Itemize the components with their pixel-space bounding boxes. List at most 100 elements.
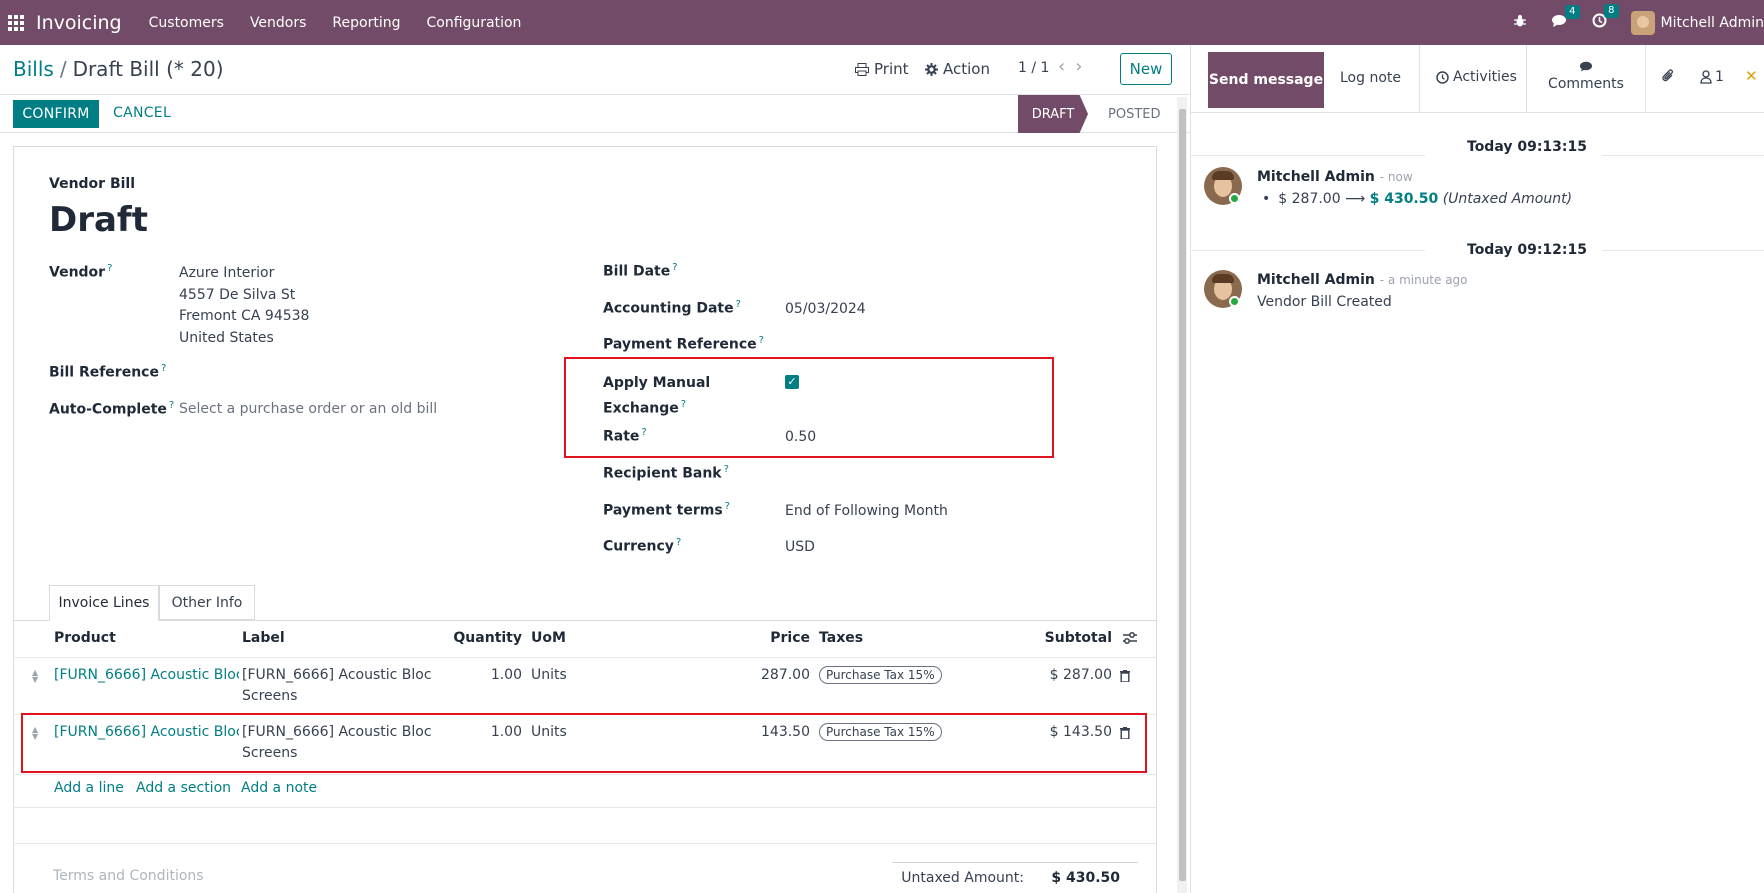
debug-bug-icon[interactable] (1513, 14, 1527, 32)
menu-vendors[interactable]: Vendors (237, 15, 319, 31)
accounting-date-label: Accounting Date? (603, 299, 741, 317)
vendor-label: Vendor? (49, 263, 113, 281)
apply-manual-exchange-checkbox[interactable]: ✓ (785, 375, 799, 389)
date-separator: Today 09:13:15 (1467, 139, 1587, 155)
cancel-button[interactable]: CANCEL (113, 105, 171, 121)
add-line-link[interactable]: Add a line (54, 780, 124, 796)
rate-field[interactable]: 0.50 (785, 429, 816, 445)
tab-invoice-lines[interactable]: Invoice Lines (49, 585, 159, 621)
pager-arrows[interactable]: ‹› (1058, 56, 1092, 77)
user-avatar[interactable] (1630, 10, 1655, 35)
bill-reference-label: Bill Reference? (49, 363, 167, 381)
add-section-link[interactable]: Add a section (136, 780, 231, 796)
date-separator: Today 09:12:15 (1467, 242, 1587, 258)
row-uom[interactable]: Units (531, 722, 567, 743)
row-drag-handle-icon[interactable]: ▲ ▼ (32, 669, 38, 684)
message-author[interactable]: Mitchell Admin - a minute ago (1257, 272, 1468, 288)
column-subtotal[interactable]: Subtotal (1030, 630, 1112, 646)
comments-button[interactable]: Comments (1546, 60, 1626, 92)
menu-customers[interactable]: Customers (136, 15, 237, 31)
auto-complete-label: Auto-Complete? (49, 400, 175, 418)
add-note-link[interactable]: Add a note (241, 780, 317, 796)
row-price[interactable]: 287.00 (740, 665, 810, 686)
vendor-street: 4557 De Silva St (179, 286, 296, 303)
column-uom[interactable]: UoM (531, 630, 566, 646)
app-name[interactable]: Invoicing (36, 12, 122, 34)
optional-columns-icon[interactable] (1122, 631, 1138, 645)
row-quantity[interactable]: 1.00 (450, 722, 522, 743)
tax-tag[interactable]: Purchase Tax 15% (819, 666, 942, 684)
column-label[interactable]: Label (242, 630, 285, 646)
terms-conditions-input[interactable]: Terms and Conditions (53, 868, 204, 884)
row-drag-handle-icon[interactable]: ▲ ▼ (32, 726, 38, 741)
accounting-date-field[interactable]: 05/03/2024 (785, 301, 866, 317)
row-label[interactable]: [FURN_6666] Acoustic Bloc Screens (242, 722, 432, 764)
trash-icon[interactable] (1120, 727, 1130, 739)
message-author[interactable]: Mitchell Admin - now (1257, 169, 1413, 185)
payment-terms-label: Payment terms? (603, 501, 730, 519)
gear-icon (925, 62, 938, 76)
tracking-arrow-icon: ⟶ (1345, 191, 1366, 207)
clock-icon (1436, 70, 1449, 84)
action-button[interactable]: Action (925, 60, 990, 78)
tax-tag[interactable]: Purchase Tax 15% (819, 723, 942, 741)
online-status-icon (1229, 296, 1240, 307)
status-bar: CONFIRM CANCEL DRAFT POSTED (0, 95, 1190, 133)
print-button[interactable]: Print (855, 60, 909, 78)
currency-field[interactable]: USD (785, 539, 815, 555)
row-subtotal: $ 143.50 (1049, 724, 1112, 740)
row-product[interactable]: [FURN_6666] Acoustic Bloc S (54, 665, 239, 686)
messages-icon[interactable]: 4 (1551, 4, 1580, 32)
trash-icon[interactable] (1120, 670, 1130, 682)
print-label: Print (874, 60, 909, 78)
menu-configuration[interactable]: Configuration (413, 15, 534, 31)
user-name[interactable]: Mitchell Admin (1661, 15, 1764, 31)
column-taxes[interactable]: Taxes (819, 630, 863, 646)
tracking-old-value: $ 287.00 (1278, 191, 1341, 207)
vendor-address[interactable]: Azure Interior 4557 De Silva St Fremont … (179, 263, 309, 349)
vendor-country: United States (179, 329, 274, 346)
followers-count: 1 (1715, 69, 1724, 85)
followers-button[interactable]: 1 (1700, 69, 1724, 85)
payment-terms-field[interactable]: End of Following Month (785, 503, 948, 519)
column-quantity[interactable]: Quantity (450, 630, 522, 646)
message-time: - now (1379, 170, 1413, 184)
pager-value[interactable]: 1 / 1 (1018, 60, 1049, 76)
form-scrollbar-thumb[interactable] (1179, 109, 1186, 881)
paperclip-icon[interactable] (1661, 68, 1675, 84)
close-chatter-icon[interactable]: ✕ (1745, 67, 1758, 85)
activities-count-badge: 8 (1604, 4, 1619, 18)
comments-label: Comments (1548, 76, 1624, 92)
column-price[interactable]: Price (740, 630, 810, 646)
activities-button[interactable]: Activities (1436, 69, 1517, 85)
lines-bottom-divider (13, 807, 1157, 808)
breadcrumb: Bills / Draft Bill (* 20) (13, 57, 224, 81)
apps-menu-icon[interactable] (0, 0, 32, 45)
row-product[interactable]: [FURN_6666] Acoustic Bloc S (54, 722, 239, 743)
chatter-divider (1190, 45, 1191, 893)
row-price[interactable]: 143.50 (740, 722, 810, 743)
auto-complete-input[interactable]: Select a purchase order or an old bill (179, 401, 437, 417)
activities-label: Activities (1453, 69, 1517, 85)
stage-posted[interactable]: POSTED (1108, 107, 1161, 122)
send-message-button[interactable]: Send message (1208, 52, 1324, 108)
row-uom[interactable]: Units (531, 665, 567, 686)
date-separator-line (1191, 250, 1425, 251)
pager-next-icon[interactable]: › (1075, 56, 1092, 77)
log-note-button[interactable]: Log note (1340, 70, 1401, 86)
breadcrumb-bills-link[interactable]: Bills (13, 57, 54, 81)
action-label: Action (943, 60, 990, 78)
confirm-button[interactable]: CONFIRM (13, 100, 99, 128)
activities-clock-icon[interactable]: 8 (1592, 4, 1619, 32)
row-quantity[interactable]: 1.00 (450, 665, 522, 686)
totals-divider (892, 862, 1138, 863)
menu-reporting[interactable]: Reporting (319, 15, 413, 31)
column-product[interactable]: Product (54, 630, 116, 646)
row-label[interactable]: [FURN_6666] Acoustic Bloc Screens (242, 665, 432, 707)
tab-other-info[interactable]: Other Info (159, 585, 255, 620)
new-button[interactable]: New (1120, 53, 1172, 85)
vendor-name[interactable]: Azure Interior (179, 263, 309, 285)
pager-prev-icon[interactable]: ‹ (1058, 56, 1075, 77)
breadcrumb-separator: / (59, 57, 67, 81)
stage-draft[interactable]: DRAFT (1018, 95, 1088, 133)
